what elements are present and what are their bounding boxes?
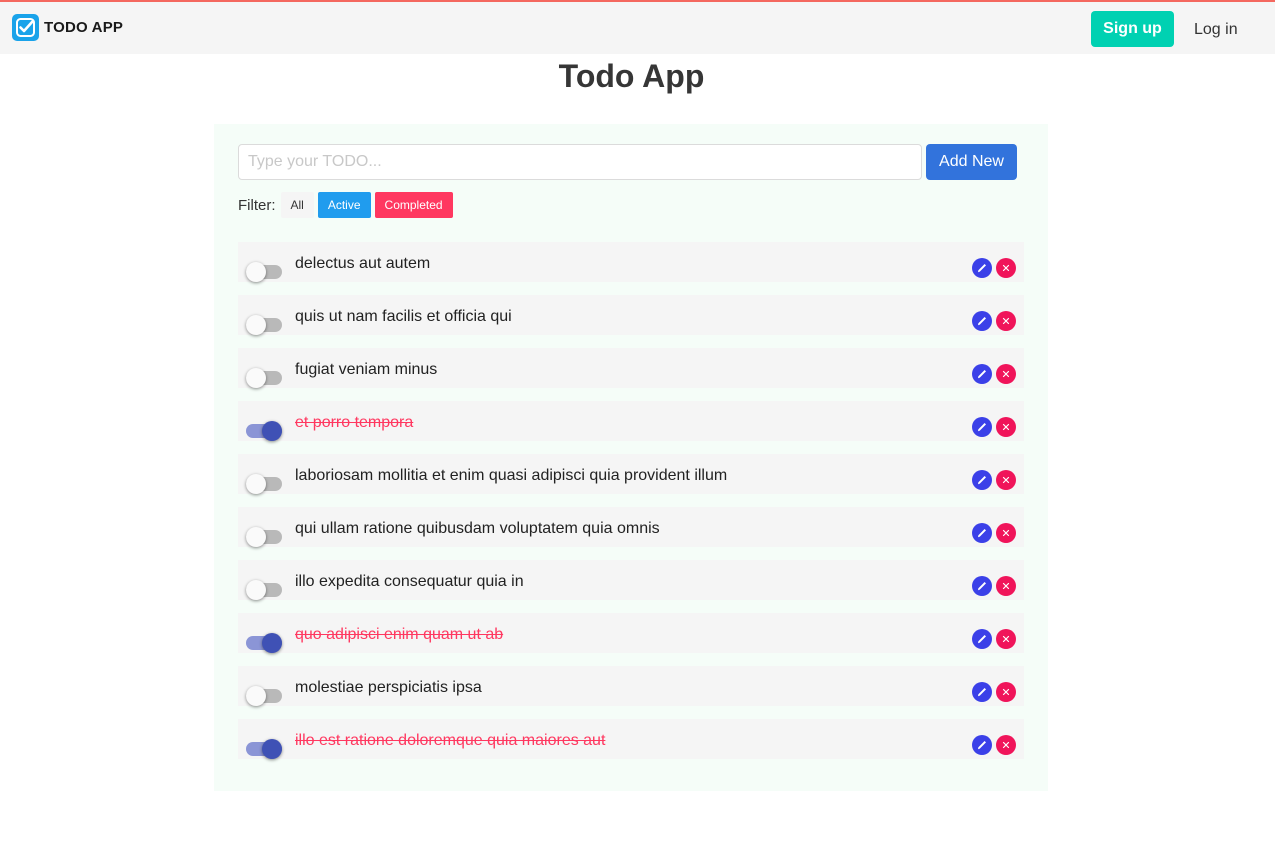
completed-toggle[interactable] [246,739,282,759]
todo-input[interactable] [238,144,922,180]
pencil-icon [978,264,986,273]
close-icon [1002,317,1010,325]
todo-text: molestiae perspiciatis ipsa [295,679,482,696]
pencil-icon [978,370,986,379]
close-icon [1002,370,1010,378]
toggle-knob [246,262,266,282]
login-link[interactable]: Log in [1194,21,1238,39]
delete-button[interactable] [996,576,1016,596]
todo-item: molestiae perspiciatis ipsa [238,666,1024,706]
todo-list: delectus aut autem quis ut nam facilis e… [238,242,1024,772]
pencil-icon [978,741,986,750]
edit-button[interactable] [972,682,992,702]
pencil-icon [978,635,986,644]
close-icon [1002,582,1010,590]
close-icon [1002,476,1010,484]
checkbox-check-icon [12,14,39,41]
todo-item: illo expedita consequatur quia in [238,560,1024,600]
add-new-button[interactable]: Add New [926,144,1017,180]
delete-button[interactable] [996,311,1016,331]
delete-button[interactable] [996,629,1016,649]
delete-button[interactable] [996,735,1016,755]
toggle-knob [262,421,282,441]
filter-bar: Filter: All Active Completed [238,192,457,218]
todo-text: laboriosam mollitia et enim quasi adipis… [295,467,728,484]
completed-toggle[interactable] [246,527,282,547]
navbar: TODO APP Sign up Log in [0,0,1275,54]
edit-button[interactable] [972,735,992,755]
filter-all-button[interactable]: All [280,192,314,218]
edit-button[interactable] [972,576,992,596]
close-icon [1002,529,1010,537]
todo-text: quo adipisci enim quam ut ab [295,626,504,643]
edit-button[interactable] [972,417,992,437]
close-icon [1002,688,1010,696]
filter-active-button[interactable]: Active [317,192,371,218]
toggle-knob [246,580,266,600]
toggle-knob [246,368,266,388]
todo-item: et porro tempora [238,401,1024,441]
delete-button[interactable] [996,523,1016,543]
todo-text: qui ullam ratione quibusdam voluptatem q… [295,520,660,537]
toggle-knob [246,474,266,494]
toggle-knob [246,527,266,547]
signup-button[interactable]: Sign up [1091,11,1174,47]
completed-toggle[interactable] [246,686,282,706]
todo-item: fugiat veniam minus [238,348,1024,388]
toggle-knob [246,686,266,706]
todo-text: illo est ratione doloremque quia maiores… [295,732,606,749]
completed-toggle[interactable] [246,315,282,335]
close-icon [1002,423,1010,431]
delete-button[interactable] [996,470,1016,490]
pencil-icon [978,582,986,591]
edit-button[interactable] [972,364,992,384]
completed-toggle[interactable] [246,421,282,441]
filter-completed-button[interactable]: Completed [374,192,453,218]
todo-text: fugiat veniam minus [295,361,438,378]
pencil-icon [978,476,986,485]
todo-text: delectus aut autem [295,255,431,272]
todo-text: quis ut nam facilis et officia qui [295,308,512,325]
toggle-knob [262,739,282,759]
delete-button[interactable] [996,682,1016,702]
todo-text: illo expedita consequatur quia in [295,573,524,590]
page-title: Todo App [558,58,705,94]
pencil-icon [978,317,986,326]
todo-item: quo adipisci enim quam ut ab [238,613,1024,653]
close-icon [1002,264,1010,272]
todo-text: et porro tempora [295,414,414,431]
completed-toggle[interactable] [246,368,282,388]
edit-button[interactable] [972,629,992,649]
toggle-knob [246,315,266,335]
completed-toggle[interactable] [246,633,282,653]
pencil-icon [978,529,986,538]
todo-panel: Add New Filter: All Active Completed del… [214,124,1048,791]
delete-button[interactable] [996,258,1016,278]
todo-item: quis ut nam facilis et officia qui [238,295,1024,335]
pencil-icon [978,423,986,432]
brand-label: TODO APP [44,19,124,36]
todo-item: qui ullam ratione quibusdam voluptatem q… [238,507,1024,547]
edit-button[interactable] [972,258,992,278]
toggle-knob [262,633,282,653]
completed-toggle[interactable] [246,262,282,282]
filter-label: Filter: [238,196,276,214]
completed-toggle[interactable] [246,580,282,600]
edit-button[interactable] [972,311,992,331]
pencil-icon [978,688,986,697]
edit-button[interactable] [972,470,992,490]
delete-button[interactable] [996,417,1016,437]
todo-item: delectus aut autem [238,242,1024,282]
delete-button[interactable] [996,364,1016,384]
close-icon [1002,635,1010,643]
todo-item: illo est ratione doloremque quia maiores… [238,719,1024,759]
completed-toggle[interactable] [246,474,282,494]
edit-button[interactable] [972,523,992,543]
brand[interactable]: TODO APP [12,14,123,41]
close-icon [1002,741,1010,749]
todo-item: laboriosam mollitia et enim quasi adipis… [238,454,1024,494]
